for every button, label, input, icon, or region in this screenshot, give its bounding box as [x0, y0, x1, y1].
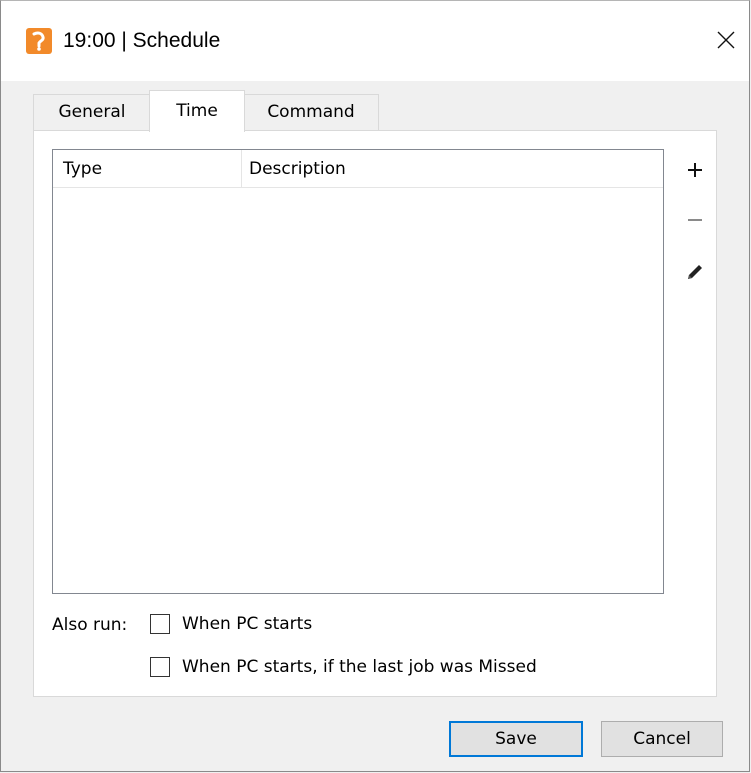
pencil-icon: [688, 265, 702, 279]
plus-icon: [688, 163, 702, 177]
column-separator[interactable]: [241, 150, 242, 187]
when-pc-starts-missed-option[interactable]: When PC starts, if the last job was Miss…: [150, 655, 537, 679]
when-pc-starts-missed-checkbox[interactable]: [150, 657, 170, 677]
close-button[interactable]: [709, 23, 743, 57]
close-icon: [717, 31, 735, 49]
when-pc-starts-option[interactable]: When PC starts: [150, 612, 312, 636]
edit-button[interactable]: [680, 257, 710, 287]
time-tab-panel: Type Description Also run: When PC start…: [33, 130, 717, 697]
minus-icon: [688, 219, 702, 221]
when-pc-starts-label[interactable]: When PC starts: [182, 612, 312, 636]
schedule-dialog: 19:00 | Schedule General Time Command Ty…: [0, 0, 750, 772]
column-header-description[interactable]: Description: [249, 150, 346, 188]
tab-command[interactable]: Command: [243, 94, 379, 130]
column-header-type[interactable]: Type: [63, 150, 102, 188]
save-button[interactable]: Save: [449, 721, 583, 757]
when-pc-starts-missed-label[interactable]: When PC starts, if the last job was Miss…: [182, 655, 537, 679]
list-header: Type Description: [53, 150, 663, 188]
when-pc-starts-checkbox[interactable]: [150, 614, 170, 634]
also-run-label: Also run:: [52, 615, 128, 635]
remove-button[interactable]: [680, 205, 710, 235]
window-title: 19:00 | Schedule: [63, 29, 221, 52]
tab-time[interactable]: Time: [149, 90, 245, 132]
tab-general[interactable]: General: [33, 94, 151, 130]
app-icon: [26, 28, 52, 54]
cancel-button[interactable]: Cancel: [601, 721, 723, 757]
schedule-list[interactable]: Type Description: [52, 149, 664, 594]
title-bar: 19:00 | Schedule: [1, 1, 749, 81]
add-button[interactable]: [680, 155, 710, 185]
